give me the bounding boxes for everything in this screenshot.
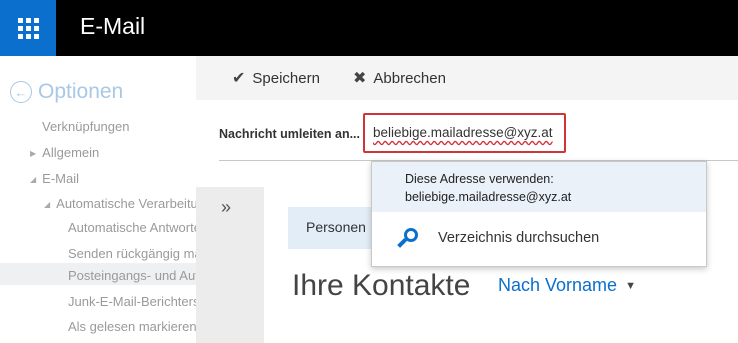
checkmark-icon: ✔ <box>232 70 246 87</box>
close-icon: ✖ <box>353 70 367 87</box>
nav-item-shortcuts[interactable]: Verknüpfungen <box>42 119 129 134</box>
nav-item-auto-processing[interactable]: ◢ Automatische Verarbeitung <box>44 196 212 211</box>
top-bar: E-Mail <box>0 0 738 56</box>
options-title: Optionen <box>38 80 124 103</box>
address-suggestions: Diese Adresse verwenden: beliebige.maila… <box>371 161 707 267</box>
sort-dropdown[interactable]: Nach Vorname ▼ <box>498 275 636 296</box>
search-directory-option[interactable]: Verzeichnis durchsuchen <box>372 212 706 266</box>
use-address-label: Diese Adresse verwenden: <box>405 172 554 186</box>
search-icon <box>396 227 420 251</box>
save-button[interactable]: ✔ Speichern <box>232 68 320 88</box>
use-address-option[interactable]: Diese Adresse verwenden: beliebige.maila… <box>372 162 706 212</box>
nav-item-mail[interactable]: ◢ E-Mail <box>30 171 79 186</box>
cancel-label: Abbrechen <box>373 69 446 87</box>
nav-item-label: Automatische Antworten <box>68 220 209 235</box>
nav-item-mark-read[interactable]: Als gelesen markieren <box>68 319 197 334</box>
use-address-value: beliebige.mailadresse@xyz.at <box>405 190 572 204</box>
forward-label: Nachricht umleiten an... <box>219 127 361 141</box>
chevron-down-icon: ◢ <box>30 175 37 185</box>
nav-item-general[interactable]: ▶ Allgemein <box>30 145 99 160</box>
back-arrow-icon[interactable]: ← <box>10 81 32 103</box>
save-label: Speichern <box>252 69 320 87</box>
cancel-button[interactable]: ✖ Abbrechen <box>353 68 446 88</box>
chevron-down-icon: ▼ <box>625 279 636 292</box>
chevron-right-icon: ▶ <box>30 149 37 159</box>
sort-label: Nach Vorname <box>498 275 618 295</box>
app-title: E-Mail <box>80 13 146 39</box>
nav-item-label: Verknüpfungen <box>42 119 130 134</box>
forward-address-value: beliebige.mailadresse@xyz.at <box>373 125 553 140</box>
app-launcher-icon[interactable] <box>0 0 56 56</box>
options-nav: ← Optionen Verknüpfungen ▶ Allgemein ◢ E-M… <box>0 56 265 343</box>
nav-item-label: Automatische Verarbeitung <box>56 196 213 211</box>
contacts-title: Ihre Kontakte <box>292 269 471 302</box>
forward-address-input[interactable]: beliebige.mailadresse@xyz.at <box>363 113 566 153</box>
nav-item-label: Allgemein <box>42 145 100 160</box>
chevron-down-icon: ◢ <box>44 200 51 210</box>
options-back[interactable]: ← Optionen <box>10 80 123 104</box>
nav-item-auto-replies[interactable]: Automatische Antworten <box>68 220 208 235</box>
nav-item-label: Als gelesen markieren <box>68 319 197 334</box>
expand-icon[interactable]: » <box>221 197 231 218</box>
search-directory-label: Verzeichnis durchsuchen <box>438 230 600 246</box>
picker-sidebar: » <box>196 187 264 343</box>
nav-item-label: E-Mail <box>42 171 79 186</box>
toolbar: ✔ Speichern ✖ Abbrechen <box>196 56 738 100</box>
